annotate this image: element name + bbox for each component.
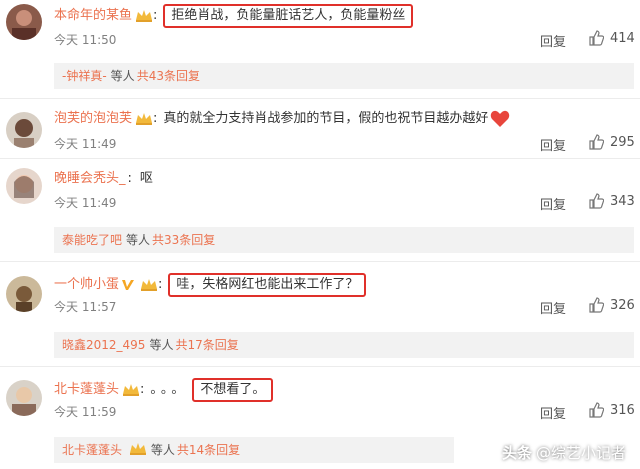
reply-button[interactable]: 回复 (540, 298, 566, 317)
reply-button[interactable]: 回复 (540, 194, 566, 213)
reply-username[interactable]: -钟祥真- (62, 69, 107, 83)
username[interactable]: 北卡蓬蓬头 (54, 381, 119, 399)
timestamp: 今天 11:49 (54, 196, 117, 210)
like-button[interactable]: 316 (588, 402, 635, 418)
like-button[interactable]: 414 (588, 30, 635, 46)
comment-prefix: 。。。 (150, 382, 189, 397)
watermark-brand: 头条 (501, 444, 532, 462)
reply-count-link[interactable]: 共14条回复 (177, 443, 240, 457)
thumbs-up-icon (589, 193, 604, 209)
reply-count-link[interactable]: 共33条回复 (152, 233, 215, 247)
timestamp: 今天 11:57 (54, 300, 117, 314)
comment-text: 哇，失格网红也能出来工作了？ (168, 273, 367, 297)
divider (0, 98, 640, 99)
watermark-handle: @综艺小记者 (535, 444, 626, 462)
avatar[interactable] (6, 168, 42, 204)
thumbs-up-icon (589, 402, 604, 418)
vip-badge-icon (129, 442, 147, 456)
reply-username[interactable]: 晓鑫2012_495 (62, 338, 145, 352)
timestamp: 今天 11:50 (54, 33, 117, 47)
comment-text: 拒绝肖战，负能量脏话艺人，负能量粉丝 (163, 4, 414, 28)
verified-v-icon (122, 280, 135, 290)
username[interactable]: 泡芙的泡泡芙 (54, 110, 132, 128)
like-count: 295 (610, 134, 635, 150)
like-button[interactable]: 295 (588, 134, 635, 150)
divider (0, 366, 640, 367)
comment-text: 不想看了。 (192, 378, 274, 402)
reply-summary[interactable]: 泰能吃了吧 等人 共33条回复 (54, 227, 634, 253)
vip-badge-icon (140, 278, 158, 292)
like-count: 343 (610, 193, 635, 209)
avatar[interactable] (6, 380, 42, 416)
like-count: 316 (610, 402, 635, 418)
avatar[interactable] (6, 4, 42, 40)
vip-badge-icon (122, 383, 140, 397)
heart-icon (491, 110, 510, 127)
like-count: 326 (610, 297, 635, 313)
comment-text: 呕 (139, 171, 153, 186)
reply-username[interactable]: 泰能吃了吧 (62, 233, 122, 247)
watermark: 头条 @综艺小记者 (502, 442, 626, 463)
reply-summary[interactable]: 晓鑫2012_495 等人 共17条回复 (54, 332, 634, 358)
username[interactable]: 本命年的某鱼 (54, 7, 132, 25)
username[interactable]: 晚睡会秃头_ (54, 170, 126, 188)
vip-badge-icon (135, 9, 153, 23)
reply-button[interactable]: 回复 (540, 135, 566, 154)
like-count: 414 (610, 30, 635, 46)
reply-count-link[interactable]: 共17条回复 (175, 338, 238, 352)
timestamp: 今天 11:59 (54, 405, 117, 419)
thumbs-up-icon (589, 30, 604, 46)
avatar[interactable] (6, 112, 42, 148)
divider (0, 158, 640, 159)
like-button[interactable]: 343 (588, 193, 635, 209)
thumbs-up-icon (589, 134, 604, 150)
thumbs-up-icon (589, 297, 604, 313)
reply-button[interactable]: 回复 (540, 403, 566, 422)
reply-summary[interactable]: 北卡蓬蓬头 等人 共14条回复 (54, 437, 454, 463)
avatar[interactable] (6, 276, 42, 312)
username[interactable]: 一个帅小蛋 (54, 276, 119, 294)
timestamp: 今天 11:49 (54, 137, 117, 151)
reply-summary[interactable]: -钟祥真- 等人 共43条回复 (54, 63, 634, 89)
like-button[interactable]: 326 (588, 297, 635, 313)
reply-count-link[interactable]: 共43条回复 (137, 69, 200, 83)
comment-text: 真的就全力支持肖战参加的节目，假的也祝节目越办越好 (163, 111, 489, 126)
reply-username[interactable]: 北卡蓬蓬头 (62, 443, 122, 457)
divider (0, 261, 640, 262)
reply-button[interactable]: 回复 (540, 31, 566, 50)
vip-badge-icon (135, 112, 153, 126)
